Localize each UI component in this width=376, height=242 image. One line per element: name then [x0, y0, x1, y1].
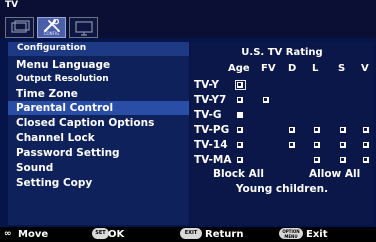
config-menu-title: Configuration	[17, 43, 87, 53]
move-hint: Move	[18, 229, 49, 240]
column-header-v: V	[361, 63, 369, 74]
menu-item-closed-caption-options[interactable]: Closed Caption Options	[16, 117, 154, 129]
rating-row-label-tv-14[interactable]: TV-14	[194, 139, 228, 151]
ok-hint[interactable]: OK	[108, 229, 124, 240]
return-hint[interactable]: Return	[205, 229, 243, 240]
rating-description: Young children.	[235, 183, 329, 195]
menu-item-parental-control[interactable]: Parental Control	[16, 102, 113, 114]
lock-icon[interactable]	[314, 157, 320, 163]
lock-icon[interactable]	[340, 157, 346, 163]
move-icon: ∞	[4, 229, 12, 239]
tab-display[interactable]	[69, 17, 98, 38]
exit-hint[interactable]: Exit	[306, 229, 328, 240]
column-header-age: Age	[228, 63, 250, 74]
menu-item-password-setting[interactable]: Password Setting	[16, 147, 120, 159]
lock-icon[interactable]	[363, 127, 369, 133]
lock-icon[interactable]	[340, 142, 346, 148]
column-header-fv: FV	[261, 63, 276, 74]
tab-config[interactable]: CONFIG	[37, 17, 66, 38]
block-all-button[interactable]: Block All	[213, 168, 264, 180]
lock-icon[interactable]	[237, 82, 243, 88]
lock-icon[interactable]	[237, 127, 243, 133]
menu-item-sound[interactable]: Sound	[16, 162, 53, 174]
rating-row-label-tv-y[interactable]: TV-Y	[194, 79, 219, 91]
tab-caption: CONFIG	[43, 31, 60, 36]
monitor-icon	[75, 21, 93, 36]
lock-icon[interactable]	[289, 127, 295, 133]
lock-icon[interactable]	[237, 142, 243, 148]
rating-title: U.S. TV Rating	[241, 47, 323, 58]
lock-icon[interactable]	[237, 97, 243, 103]
lock-icon[interactable]	[363, 142, 369, 148]
lock-icon[interactable]	[314, 142, 320, 148]
lock-icon[interactable]	[363, 157, 369, 163]
footer-bar: ∞ Move SET OK EXIT Return OPTION MENU Ex…	[0, 227, 376, 242]
exit-button-icon: EXIT	[180, 228, 202, 239]
lock-icon[interactable]	[263, 97, 269, 103]
lock-icon[interactable]	[237, 112, 243, 118]
rating-row-label-tv-ma[interactable]: TV-MA	[194, 154, 231, 166]
tab-picture[interactable]	[5, 17, 34, 38]
lock-icon[interactable]	[340, 127, 346, 133]
rating-row-label-tv-g[interactable]: TV-G	[194, 109, 222, 121]
rating-row-label-tv-pg[interactable]: TV-PG	[194, 124, 229, 136]
top-bar: TV CONFIG	[0, 0, 376, 38]
rating-row-label-tv-y7[interactable]: TV-Y7	[194, 94, 226, 106]
allow-all-button[interactable]: Allow All	[309, 168, 360, 180]
lock-icon[interactable]	[289, 142, 295, 148]
config-menu-header: Configuration	[8, 42, 189, 56]
set-button-icon: SET	[92, 228, 109, 239]
menu-item-channel-lock[interactable]: Channel Lock	[16, 132, 95, 144]
column-header-s: S	[338, 63, 346, 74]
source-title: TV	[5, 0, 19, 10]
menu-item-time-zone[interactable]: Time Zone	[16, 88, 78, 100]
lock-icon[interactable]	[314, 127, 320, 133]
picture-icon	[11, 20, 30, 33]
menu-item-output-resolution[interactable]: Output Resolution	[16, 74, 109, 84]
menu-item-menu-language[interactable]: Menu Language	[16, 59, 110, 71]
column-header-l: L	[312, 63, 319, 74]
menu-item-setting-copy[interactable]: Setting Copy	[16, 177, 92, 189]
tv-rating-panel: U.S. TV Rating Age FV D L S V TV-Y TV-Y7…	[191, 42, 373, 225]
column-header-d: D	[288, 63, 297, 74]
option-menu-button-icon: OPTION MENU	[279, 228, 303, 239]
lock-icon[interactable]	[237, 157, 243, 163]
config-menu: Configuration Menu Language Output Resol…	[8, 42, 189, 225]
